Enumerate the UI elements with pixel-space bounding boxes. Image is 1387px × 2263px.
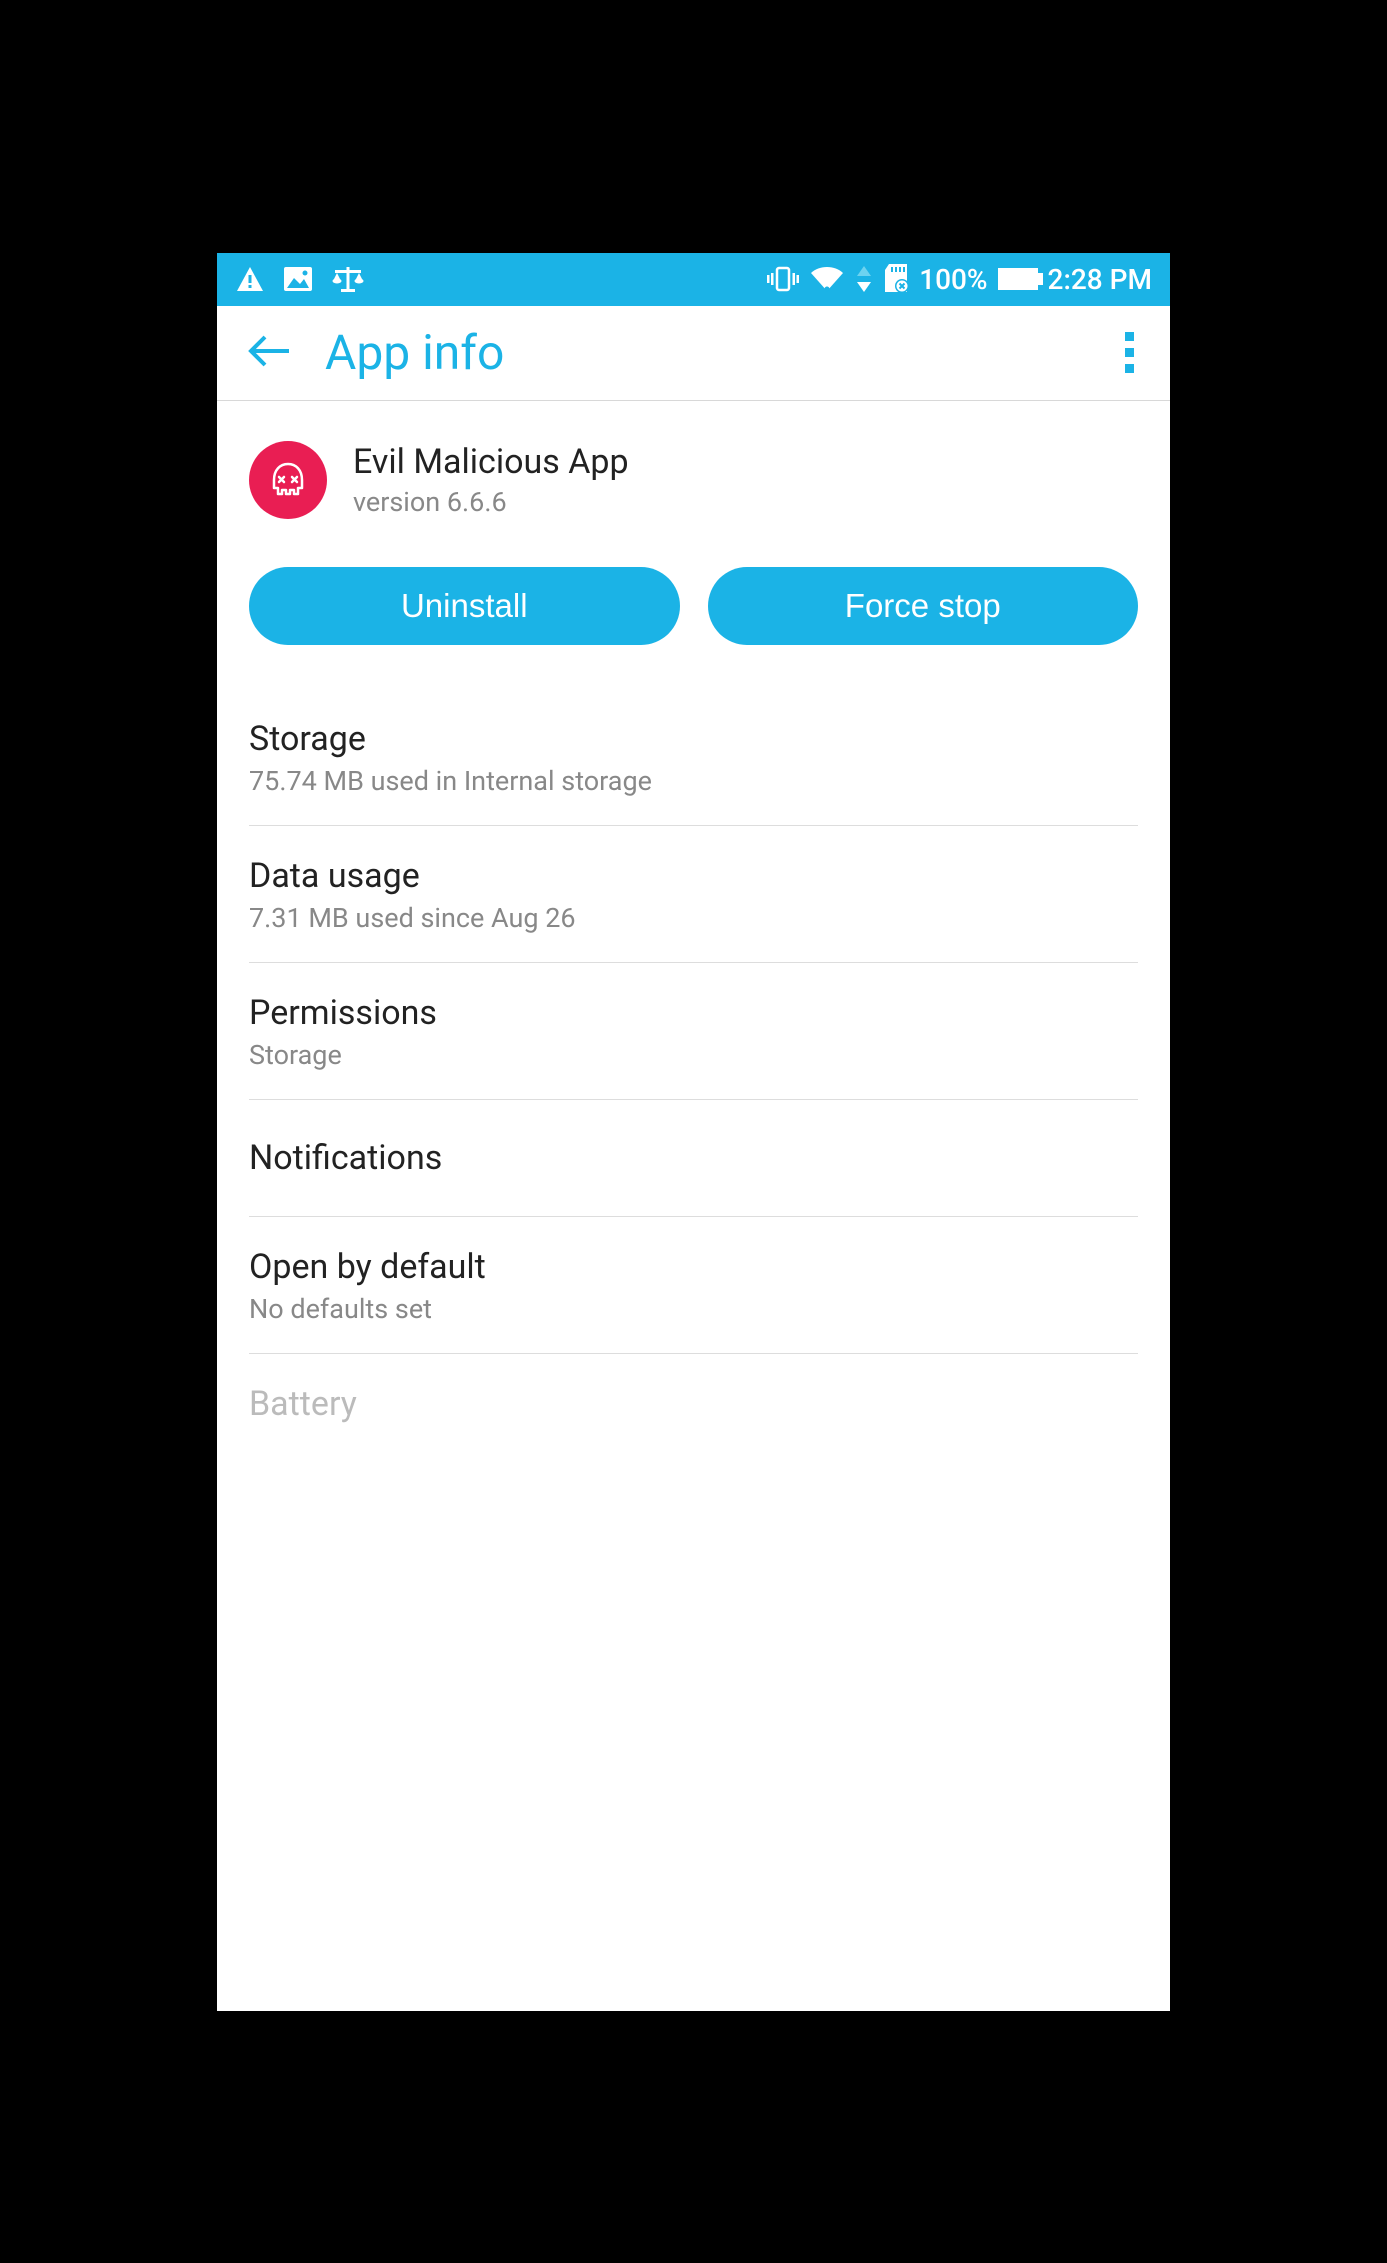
scales-icon	[331, 265, 365, 293]
more-dot-icon	[1125, 364, 1134, 373]
app-header: Evil Malicious App version 6.6.6	[217, 401, 1170, 549]
vibrate-icon	[767, 265, 799, 293]
page-title: App info	[325, 324, 504, 381]
list-item-data-usage[interactable]: Data usage 7.31 MB used since Aug 26	[249, 826, 1138, 963]
list-item-title: Notifications	[249, 1138, 1138, 1178]
image-icon	[283, 266, 313, 292]
list-item-subtitle: 75.74 MB used in Internal storage	[249, 765, 1138, 797]
app-name: Evil Malicious App	[353, 442, 629, 482]
sd-card-icon	[883, 264, 909, 294]
data-arrows-icon	[855, 266, 873, 292]
app-version: version 6.6.6	[353, 486, 629, 518]
app-title-block: Evil Malicious App version 6.6.6	[353, 442, 629, 518]
more-dot-icon	[1125, 348, 1134, 357]
list-item-title: Open by default	[249, 1247, 1138, 1287]
button-row: Uninstall Force stop	[217, 549, 1170, 689]
battery-percentage: 100%	[919, 263, 987, 296]
list-item-title: Battery	[249, 1384, 1138, 1424]
list-item-subtitle: Storage	[249, 1039, 1138, 1071]
list-item-notifications[interactable]: Notifications	[249, 1100, 1138, 1217]
list-item-title: Storage	[249, 719, 1138, 759]
list-item-title: Data usage	[249, 856, 1138, 896]
app-bar: App info	[217, 306, 1170, 401]
warning-icon	[235, 265, 265, 293]
more-dot-icon	[1125, 332, 1134, 341]
list-item-open-by-default[interactable]: Open by default No defaults set	[249, 1217, 1138, 1354]
list-item-battery[interactable]: Battery	[249, 1354, 1138, 1452]
status-right: 100% 2:28 PM	[767, 263, 1152, 296]
more-options-button[interactable]	[1117, 324, 1142, 381]
battery-icon	[998, 268, 1038, 290]
back-icon[interactable]	[245, 333, 293, 373]
app-icon	[249, 441, 327, 519]
settings-list: Storage 75.74 MB used in Internal storag…	[217, 689, 1170, 1452]
list-item-subtitle: No defaults set	[249, 1293, 1138, 1325]
list-item-subtitle: 7.31 MB used since Aug 26	[249, 902, 1138, 934]
list-item-title: Permissions	[249, 993, 1138, 1033]
status-time: 2:28 PM	[1048, 263, 1152, 296]
status-bar: 100% 2:28 PM	[217, 253, 1170, 306]
list-item-storage[interactable]: Storage 75.74 MB used in Internal storag…	[249, 689, 1138, 826]
app-bar-left: App info	[245, 324, 504, 381]
wifi-icon	[809, 265, 845, 293]
force-stop-button[interactable]: Force stop	[708, 567, 1139, 645]
uninstall-button[interactable]: Uninstall	[249, 567, 680, 645]
device-frame: 100% 2:28 PM App info	[189, 174, 1199, 2089]
status-left	[235, 265, 365, 293]
skull-icon	[266, 458, 310, 502]
list-item-permissions[interactable]: Permissions Storage	[249, 963, 1138, 1100]
screen: 100% 2:28 PM App info	[217, 253, 1170, 2011]
